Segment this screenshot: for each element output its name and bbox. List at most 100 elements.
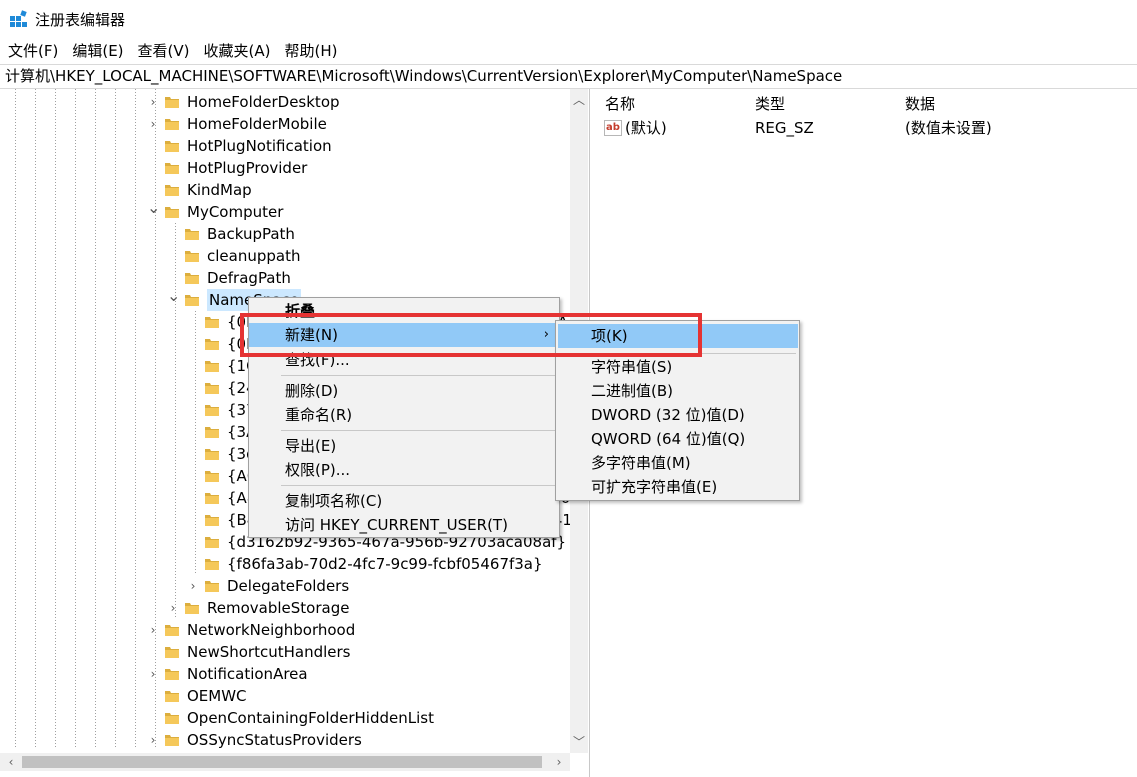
scroll-up-icon[interactable]: ︿ bbox=[570, 91, 588, 109]
registry-editor-icon bbox=[10, 10, 27, 27]
ctx-rename[interactable]: 重命名(R) bbox=[249, 403, 559, 427]
scroll-right-icon[interactable]: › bbox=[550, 753, 568, 771]
tree-item[interactable]: BackupPath bbox=[0, 223, 570, 245]
tree-item[interactable]: ⌄ MyComputer bbox=[0, 200, 570, 223]
tree-item[interactable]: › NotificationArea bbox=[0, 663, 570, 685]
tree-item-label: HotPlugNotification bbox=[187, 137, 332, 155]
folder-icon bbox=[185, 601, 199, 615]
sub-new-qword[interactable]: QWORD (64 位)值(Q) bbox=[556, 427, 799, 451]
tree-item[interactable]: › NetworkNeighborhood bbox=[0, 619, 570, 641]
menu-favorites[interactable]: 收藏夹(A) bbox=[204, 38, 271, 64]
menu-edit[interactable]: 编辑(E) bbox=[72, 38, 123, 64]
tree-item[interactable]: OpenContainingFolderHiddenList bbox=[0, 707, 570, 729]
tree-item-label: DelegateFolders bbox=[227, 577, 350, 595]
menu-file[interactable]: 文件(F) bbox=[8, 38, 58, 64]
folder-icon bbox=[165, 645, 179, 659]
tree-item[interactable]: HotPlugProvider bbox=[0, 157, 570, 179]
folder-icon bbox=[205, 535, 219, 549]
ctx-permissions[interactable]: 权限(P)... bbox=[249, 458, 559, 482]
context-menu: 折叠 新建(N) › 查找(F)... 删除(D) 重命名(R) 导出(E) 权… bbox=[248, 297, 560, 538]
menu-separator bbox=[559, 353, 796, 354]
folder-icon bbox=[165, 205, 179, 219]
ctx-export[interactable]: 导出(E) bbox=[249, 434, 559, 458]
chevron-right-icon[interactable]: › bbox=[167, 602, 179, 614]
column-header-type[interactable]: 类型 bbox=[755, 93, 785, 115]
chevron-right-icon[interactable]: › bbox=[147, 734, 159, 746]
tree-item-label: DefragPath bbox=[207, 269, 291, 287]
tree-item[interactable]: cleanuppath bbox=[0, 245, 570, 267]
tree-item[interactable]: NewShortcutHandlers bbox=[0, 641, 570, 663]
ctx-collapse[interactable]: 折叠 bbox=[249, 299, 559, 323]
chevron-right-icon[interactable]: › bbox=[147, 118, 159, 130]
chevron-right-icon[interactable]: › bbox=[147, 624, 159, 636]
folder-icon bbox=[205, 491, 219, 505]
folder-icon bbox=[205, 425, 219, 439]
menu-separator bbox=[281, 485, 555, 486]
tree-item[interactable]: › HomeFolderDesktop bbox=[0, 91, 570, 113]
tree-item-label: BackupPath bbox=[207, 225, 295, 243]
chevron-right-icon: › bbox=[543, 327, 549, 342]
tree-item-label: KindMap bbox=[187, 181, 252, 199]
menu-help[interactable]: 帮助(H) bbox=[284, 38, 337, 64]
folder-icon bbox=[165, 117, 179, 131]
scroll-left-icon[interactable]: ‹ bbox=[2, 753, 20, 771]
ctx-delete[interactable]: 删除(D) bbox=[249, 379, 559, 403]
tree-item[interactable]: › RemovableStorage bbox=[0, 597, 570, 619]
tree-item[interactable]: HotPlugNotification bbox=[0, 135, 570, 157]
folder-icon bbox=[165, 183, 179, 197]
column-header-name[interactable]: 名称 bbox=[605, 93, 635, 115]
sub-new-key[interactable]: 项(K) bbox=[558, 324, 798, 348]
chevron-right-icon[interactable]: › bbox=[147, 668, 159, 680]
tree-item-label: OpenContainingFolderHiddenList bbox=[187, 709, 434, 727]
tree-item-label: NotificationArea bbox=[187, 665, 308, 683]
ctx-find[interactable]: 查找(F)... bbox=[249, 348, 559, 372]
sub-new-expandable-string[interactable]: 可扩充字符串值(E) bbox=[556, 475, 799, 499]
chevron-down-icon[interactable]: ⌄ bbox=[167, 288, 180, 304]
menu-bar: 文件(F) 编辑(E) 查看(V) 收藏夹(A) 帮助(H) bbox=[0, 38, 1137, 64]
tree-horizontal-scrollbar[interactable]: ‹ › bbox=[0, 753, 570, 771]
string-value-icon: ab bbox=[604, 120, 622, 136]
menu-view[interactable]: 查看(V) bbox=[138, 38, 190, 64]
ctx-goto-hkcu[interactable]: 访问 HKEY_CURRENT_USER(T) bbox=[249, 513, 559, 537]
horizontal-scroll-thumb[interactable] bbox=[22, 756, 542, 768]
tree-item-label: MyComputer bbox=[187, 203, 284, 221]
tree-item-label: OSSyncStatusProviders bbox=[187, 731, 362, 749]
ctx-new[interactable]: 新建(N) › bbox=[249, 323, 559, 347]
sub-new-multi-string[interactable]: 多字符串值(M) bbox=[556, 451, 799, 475]
value-data: (数值未设置) bbox=[905, 119, 992, 137]
folder-icon bbox=[205, 403, 219, 417]
sub-new-string[interactable]: 字符串值(S) bbox=[556, 355, 799, 379]
menu-separator bbox=[281, 375, 555, 376]
sub-new-binary[interactable]: 二进制值(B) bbox=[556, 379, 799, 403]
address-bar[interactable]: 计算机\HKEY_LOCAL_MACHINE\SOFTWARE\Microsof… bbox=[0, 64, 1137, 89]
window-title: 注册表编辑器 bbox=[35, 11, 126, 29]
tree-item[interactable]: OEMWC bbox=[0, 685, 570, 707]
tree-item[interactable]: › DelegateFolders bbox=[0, 575, 570, 597]
folder-icon bbox=[205, 381, 219, 395]
ctx-copy-key-name[interactable]: 复制项名称(C) bbox=[249, 489, 559, 513]
tree-item[interactable]: › HomeFolderMobile bbox=[0, 113, 570, 135]
value-type: REG_SZ bbox=[755, 119, 814, 137]
scroll-down-icon[interactable]: ﹀ bbox=[570, 733, 588, 751]
folder-icon bbox=[205, 513, 219, 527]
chevron-right-icon[interactable]: › bbox=[187, 580, 199, 592]
tree-item-label: HomeFolderDesktop bbox=[187, 93, 340, 111]
folder-icon bbox=[165, 733, 179, 747]
folder-icon bbox=[205, 337, 219, 351]
sub-new-dword[interactable]: DWORD (32 位)值(D) bbox=[556, 403, 799, 427]
folder-icon bbox=[205, 359, 219, 373]
column-header-data[interactable]: 数据 bbox=[905, 93, 935, 115]
folder-icon bbox=[205, 447, 219, 461]
ctx-new-label: 新建(N) bbox=[285, 326, 338, 344]
list-item[interactable]: ab (默认) REG_SZ (数值未设置) bbox=[596, 117, 1137, 139]
chevron-down-icon[interactable]: ⌄ bbox=[147, 200, 160, 216]
chevron-right-icon[interactable]: › bbox=[147, 96, 159, 108]
tree-item[interactable]: › OSSyncStatusProviders bbox=[0, 729, 570, 751]
tree-item-label: {f86fa3ab-70d2-4fc7-9c99-fcbf05467f3a} bbox=[227, 555, 543, 573]
tree-item[interactable]: DefragPath bbox=[0, 267, 570, 289]
tree-item-label: NetworkNeighborhood bbox=[187, 621, 356, 639]
tree-item-label: NewShortcutHandlers bbox=[187, 643, 351, 661]
tree-item[interactable]: KindMap bbox=[0, 179, 570, 201]
folder-icon bbox=[165, 667, 179, 681]
tree-item[interactable]: {f86fa3ab-70d2-4fc7-9c99-fcbf05467f3a} bbox=[0, 553, 570, 575]
